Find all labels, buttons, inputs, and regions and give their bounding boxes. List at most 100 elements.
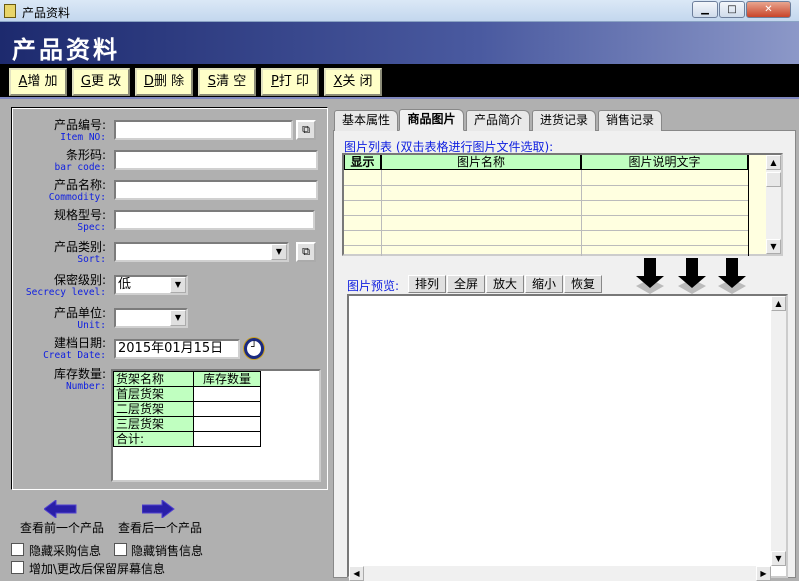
arrow-down-icon[interactable] bbox=[716, 258, 748, 294]
column-header: 显示 bbox=[344, 155, 381, 170]
print-button[interactable]: P打 印 bbox=[261, 68, 319, 96]
table-row[interactable] bbox=[344, 230, 748, 231]
picture-grid[interactable]: 显示 图片名称 图片说明文字 ▲ ▼ bbox=[342, 153, 783, 256]
arrange-button[interactable]: 排列 bbox=[408, 275, 446, 293]
edit-button[interactable]: G更 改 bbox=[72, 68, 130, 96]
table-row[interactable] bbox=[344, 185, 748, 186]
button-label: 关 闭 bbox=[342, 74, 373, 89]
arrow-down-icon[interactable] bbox=[676, 258, 708, 294]
title-bar: 产品资料 ▁ □ ✕ bbox=[0, 0, 799, 22]
button-label: 更 改 bbox=[90, 74, 122, 89]
scroll-left-icon[interactable]: ◀ bbox=[349, 566, 364, 581]
table-row: 合计: bbox=[113, 431, 261, 447]
preview-label: 图片预览: bbox=[347, 279, 400, 293]
spec-label: 规格型号: Spec: bbox=[53, 208, 106, 234]
table-row: 首层货架 bbox=[113, 386, 261, 402]
picture-preview[interactable]: ▲ ▼ ◀ ▶ bbox=[347, 294, 788, 581]
column-header: 货架名称 bbox=[113, 371, 194, 387]
stock-grid[interactable]: 货架名称 库存数量 首层货架 二层货架 三层货架 合计: bbox=[111, 369, 321, 482]
lookup-icon[interactable]: ⧉ bbox=[296, 120, 316, 140]
item-no-label: 产品编号: Item NO: bbox=[53, 118, 106, 144]
next-product-link[interactable]: 查看后一个产品 bbox=[118, 519, 202, 536]
chevron-down-icon[interactable]: ▼ bbox=[271, 244, 287, 260]
button-label: 增 加 bbox=[27, 74, 58, 89]
table-row[interactable] bbox=[344, 215, 748, 216]
number-label: 库存数量: Number: bbox=[53, 367, 106, 393]
app-icon bbox=[4, 4, 16, 18]
create-date-label: 建档日期: Creat Date: bbox=[43, 336, 106, 362]
scrollbar[interactable]: ▲ ▼ bbox=[766, 155, 781, 254]
toolbar: A增 加 G更 改 D删 除 S清 空 P打 印 X关 闭 bbox=[0, 64, 799, 99]
close-button[interactable]: ✕ bbox=[746, 1, 791, 18]
tab-basic[interactable]: 基本属性 bbox=[334, 110, 398, 131]
alarm-clock-icon[interactable]: ┘ bbox=[244, 338, 264, 359]
arrow-down-icon[interactable] bbox=[634, 258, 666, 294]
hide-sales-label: 隐藏销售信息 bbox=[131, 544, 204, 558]
page-title: 产品资料 bbox=[12, 35, 120, 64]
lookup-icon[interactable]: ⧉ bbox=[296, 242, 316, 262]
zoom-out-button[interactable]: 缩小 bbox=[525, 275, 563, 293]
shortcut-key: P bbox=[271, 74, 279, 89]
zoom-in-button[interactable]: 放大 bbox=[486, 275, 524, 293]
hide-purchase-checkbox[interactable] bbox=[11, 543, 24, 556]
column-header: 图片名称 bbox=[381, 155, 581, 170]
button-label: 打 印 bbox=[278, 74, 309, 89]
create-date-input[interactable]: 2015年01月15日 bbox=[114, 339, 240, 359]
chevron-down-icon[interactable]: ▼ bbox=[170, 277, 186, 293]
shortcut-key: D bbox=[143, 74, 154, 89]
add-button[interactable]: A增 加 bbox=[9, 68, 67, 96]
secrecy-select[interactable]: 低 ▼ bbox=[114, 275, 188, 295]
fullscreen-button[interactable]: 全屏 bbox=[447, 275, 485, 293]
tab-pictures[interactable]: 商品图片 bbox=[399, 109, 464, 131]
hide-sales-checkbox[interactable] bbox=[114, 543, 127, 556]
table-row: 二层货架 bbox=[113, 401, 261, 417]
commodity-label: 产品名称: Commodity: bbox=[48, 178, 106, 204]
shortcut-key: G bbox=[80, 74, 91, 89]
table-row[interactable] bbox=[344, 245, 748, 246]
minimize-button[interactable]: ▁ bbox=[692, 1, 718, 18]
spec-input[interactable] bbox=[114, 210, 315, 230]
shortcut-key: S bbox=[207, 74, 217, 89]
delete-button[interactable]: D删 除 bbox=[135, 68, 193, 96]
hide-purchase-label: 隐藏采购信息 bbox=[29, 544, 102, 558]
tab-sales[interactable]: 销售记录 bbox=[598, 110, 662, 131]
table-row[interactable] bbox=[344, 200, 748, 201]
scroll-thumb[interactable] bbox=[766, 172, 781, 187]
tab-purchase[interactable]: 进货记录 bbox=[532, 110, 596, 131]
scroll-down-icon[interactable]: ▼ bbox=[766, 239, 781, 254]
clear-button[interactable]: S清 空 bbox=[198, 68, 256, 96]
column-header: 库存数量 bbox=[193, 371, 261, 387]
scroll-up-icon[interactable]: ▲ bbox=[766, 155, 781, 170]
header-banner: 产品资料 bbox=[0, 22, 799, 64]
tab-intro[interactable]: 产品简介 bbox=[466, 110, 530, 131]
table-row: 三层货架 bbox=[113, 416, 261, 432]
sort-select[interactable]: ▼ bbox=[114, 242, 289, 262]
restore-button[interactable]: 恢复 bbox=[564, 275, 602, 293]
column-header: 图片说明文字 bbox=[581, 155, 748, 170]
unit-label: 产品单位: Unit: bbox=[53, 306, 106, 332]
keep-screen-checkbox[interactable] bbox=[11, 561, 24, 574]
stock-table: 货架名称 库存数量 首层货架 二层货架 三层货架 合计: bbox=[113, 371, 261, 447]
scroll-down-icon[interactable]: ▼ bbox=[771, 551, 786, 566]
chevron-down-icon[interactable]: ▼ bbox=[170, 310, 186, 326]
keep-screen-label: 增加\更改后保留屏幕信息 bbox=[29, 562, 166, 576]
button-label: 删 除 bbox=[153, 74, 185, 89]
button-label: 清 空 bbox=[216, 74, 247, 89]
item-no-input[interactable] bbox=[114, 120, 293, 140]
barcode-label: 条形码: bar code: bbox=[54, 148, 106, 174]
window-title: 产品资料 bbox=[22, 6, 71, 20]
horizontal-scrollbar[interactable]: ◀ ▶ bbox=[349, 566, 771, 581]
scroll-right-icon[interactable]: ▶ bbox=[756, 566, 771, 581]
prev-product-link[interactable]: 查看前一个产品 bbox=[20, 519, 104, 536]
arrow-right-icon[interactable] bbox=[142, 500, 176, 518]
unit-select[interactable]: ▼ bbox=[114, 308, 188, 328]
arrow-left-icon[interactable] bbox=[44, 500, 78, 518]
vertical-scrollbar[interactable]: ▲ ▼ bbox=[771, 296, 786, 566]
scroll-up-icon[interactable]: ▲ bbox=[771, 296, 786, 311]
barcode-input[interactable] bbox=[114, 150, 318, 170]
close-form-button[interactable]: X关 闭 bbox=[324, 68, 382, 96]
commodity-input[interactable] bbox=[114, 180, 318, 200]
sort-label: 产品类别: Sort: bbox=[53, 240, 106, 266]
secrecy-label: 保密级别: Secrecy level: bbox=[25, 273, 106, 299]
maximize-button[interactable]: □ bbox=[719, 1, 745, 18]
